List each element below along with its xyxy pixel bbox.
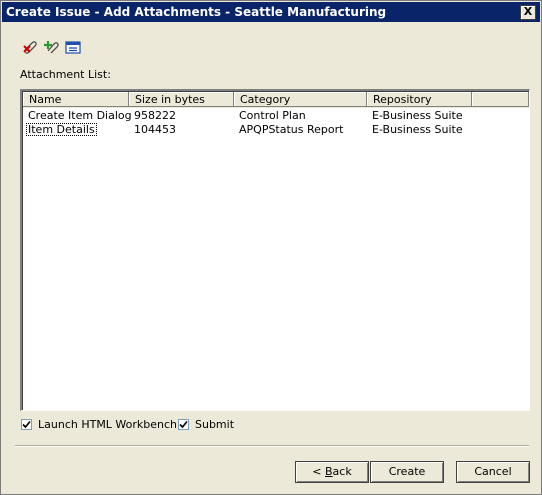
launch-html-workbench-label: Launch HTML Workbench bbox=[38, 418, 178, 431]
column-header-repository[interactable]: Repository bbox=[367, 92, 472, 107]
attachment-list[interactable]: Name Size in bytes Category Repository C… bbox=[20, 89, 530, 411]
launch-html-workbench-checkbox[interactable] bbox=[21, 419, 32, 430]
create-button[interactable]: Create bbox=[370, 461, 444, 483]
column-header-spacer bbox=[472, 92, 529, 107]
submit-checkbox[interactable] bbox=[178, 419, 189, 430]
checkmark-icon bbox=[22, 420, 31, 429]
attachment-size: 958222 bbox=[134, 109, 176, 122]
attachment-repository: E-Business Suite bbox=[372, 109, 463, 122]
attachment-size: 104453 bbox=[134, 123, 176, 136]
back-button-label: ack bbox=[332, 465, 352, 478]
attachment-category: Control Plan bbox=[239, 109, 306, 122]
column-header-name[interactable]: Name bbox=[23, 92, 129, 107]
separator bbox=[15, 445, 529, 447]
submit-label: Submit bbox=[195, 418, 235, 431]
attachment-properties-icon[interactable] bbox=[64, 38, 82, 56]
table-row[interactable]: Item Details 104453 APQPStatus Report E-… bbox=[23, 123, 529, 137]
table-row[interactable]: Create Item Dialog 958222 Control Plan E… bbox=[23, 109, 529, 123]
back-button[interactable]: < Back bbox=[295, 461, 369, 483]
close-button[interactable]: X bbox=[520, 5, 536, 20]
attachment-category: APQPStatus Report bbox=[239, 123, 344, 136]
remove-attachment-icon[interactable] bbox=[21, 38, 39, 56]
back-button-mnemonic: B bbox=[325, 465, 333, 478]
add-attachment-icon[interactable] bbox=[42, 38, 60, 56]
list-header: Name Size in bytes Category Repository bbox=[23, 92, 529, 108]
title-bar[interactable]: Create Issue - Add Attachments - Seattle… bbox=[2, 2, 540, 22]
attachment-repository: E-Business Suite bbox=[372, 123, 463, 136]
dialog-window: Create Issue - Add Attachments - Seattle… bbox=[0, 0, 542, 495]
column-header-size[interactable]: Size in bytes bbox=[129, 92, 234, 107]
back-button-prefix: < bbox=[312, 465, 325, 478]
cancel-button[interactable]: Cancel bbox=[456, 461, 530, 483]
attachment-name: Item Details bbox=[23, 123, 97, 137]
attachment-list-label: Attachment List: bbox=[20, 68, 111, 81]
checkmark-icon bbox=[179, 420, 188, 429]
window-title: Create Issue - Add Attachments - Seattle… bbox=[6, 5, 387, 19]
column-header-category[interactable]: Category bbox=[234, 92, 367, 107]
launch-html-workbench-option[interactable]: Launch HTML Workbench bbox=[21, 419, 181, 433]
attachment-name-focused: Item Details bbox=[26, 123, 97, 136]
submit-option[interactable]: Submit bbox=[178, 419, 238, 433]
attachment-name: Create Item Dialog bbox=[28, 109, 132, 122]
